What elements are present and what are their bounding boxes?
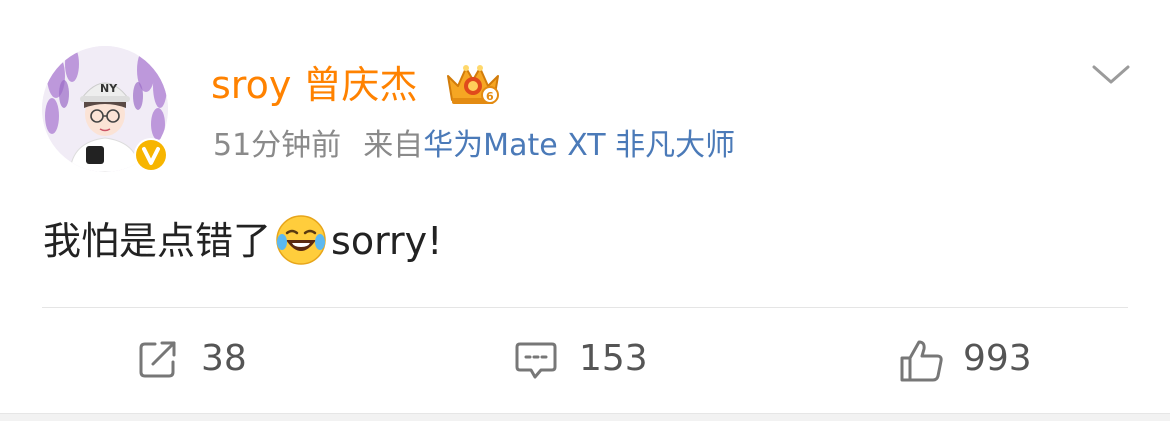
comment-count: 153 bbox=[579, 338, 648, 379]
post-time: 51分钟前 bbox=[213, 128, 342, 163]
like-count: 993 bbox=[963, 338, 1032, 379]
device-source-link[interactable]: 华为Mate XT 非凡大师 bbox=[423, 128, 735, 163]
verified-badge-icon bbox=[134, 138, 168, 172]
bottom-separator bbox=[0, 413, 1170, 421]
repost-count: 38 bbox=[201, 338, 247, 379]
svg-text:NY: NY bbox=[100, 82, 118, 95]
divider bbox=[42, 307, 1128, 308]
post-meta: 51分钟前 来自华为Mate XT 非凡大师 bbox=[213, 125, 735, 167]
post-content: 我怕是点错了 sorry! bbox=[43, 212, 442, 269]
like-button[interactable]: 993 bbox=[899, 331, 1032, 387]
comment-icon bbox=[515, 338, 557, 380]
chevron-down-icon[interactable] bbox=[1090, 62, 1132, 88]
comment-button[interactable]: 153 bbox=[515, 331, 648, 387]
weibo-post-card: NY sroy 曾庆杰 6 51分钟前 来自华为Mate XT 非凡大师 我怕是… bbox=[0, 0, 1170, 414]
laugh-cry-emoji-icon bbox=[273, 212, 329, 268]
post-text: 我怕是点错了 bbox=[43, 219, 272, 263]
repost-icon bbox=[137, 338, 179, 380]
repost-button[interactable]: 38 bbox=[137, 331, 247, 387]
crown-badge-icon[interactable]: 6 bbox=[444, 62, 502, 108]
username-link[interactable]: sroy 曾庆杰 bbox=[211, 60, 417, 110]
thumbs-up-icon bbox=[899, 338, 943, 382]
svg-text:6: 6 bbox=[486, 90, 494, 103]
source-prefix: 来自 bbox=[363, 128, 424, 163]
user-avatar[interactable]: NY bbox=[42, 46, 168, 172]
post-text-after: sorry! bbox=[331, 219, 443, 263]
